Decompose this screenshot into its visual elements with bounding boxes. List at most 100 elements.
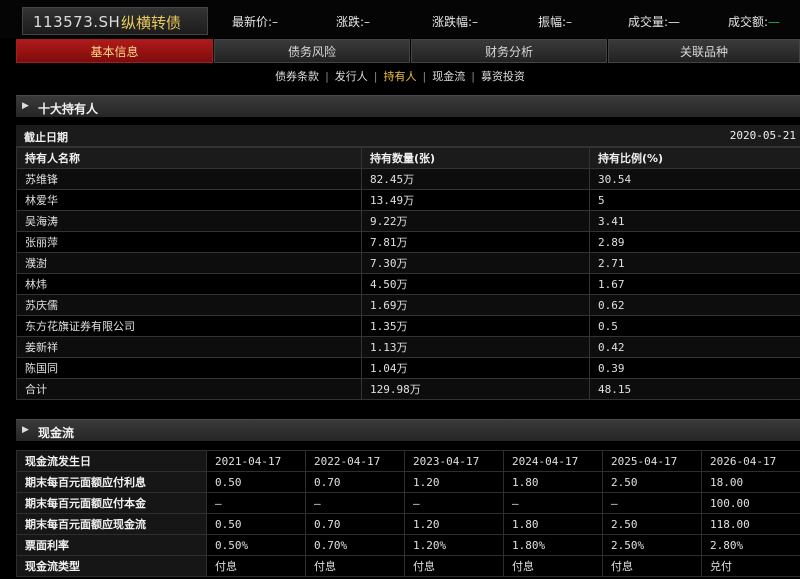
cashflow-value: — xyxy=(305,492,405,514)
subnav-issuer[interactable]: 发行人 xyxy=(335,70,368,83)
cashflow-value: 付息 xyxy=(503,555,603,577)
holder-ratio: 2.71 xyxy=(589,252,800,274)
holder-name: 林爱华 xyxy=(16,189,362,211)
quote-amplitude: 振幅:– xyxy=(538,13,572,30)
cashflow-date-row: 现金流发生日 2021-04-17 2022-04-17 2023-04-17 2024… xyxy=(16,450,800,472)
holder-quantity: 1.69万 xyxy=(361,294,590,316)
cashflow-value: 1.80% xyxy=(503,534,603,556)
security-code: 113573.SH xyxy=(33,13,121,31)
cashflow-value: 18.00 xyxy=(701,471,800,493)
tab-financial-analysis[interactable]: 财务分析 xyxy=(411,39,607,63)
cashflow-value: 0.50 xyxy=(206,471,306,493)
cashflow-row-label: 现金流类型 xyxy=(16,555,207,577)
quote-change-pct: 涨跌幅:– xyxy=(432,13,478,30)
holder-ratio: 48.15 xyxy=(589,378,800,400)
tab-debt-risk[interactable]: 债务风险 xyxy=(214,39,410,63)
cashflow-date: 2021-04-17 xyxy=(206,450,306,472)
cashflow-row-label: 期末每百元面额应现金流 xyxy=(16,513,207,535)
holder-quantity: 1.13万 xyxy=(361,336,590,358)
cashflow-value: 118.00 xyxy=(701,513,800,535)
quote-turnover: 成交额:— xyxy=(728,13,780,30)
quote-value: — xyxy=(668,15,681,29)
cashflow-value: — xyxy=(602,492,702,514)
holder-name: 吴海涛 xyxy=(16,210,362,232)
quote-label: 成交额: xyxy=(728,15,769,29)
subnav-separator: | xyxy=(471,70,475,83)
subnav-bond-terms[interactable]: 债券条款 xyxy=(275,70,319,83)
cashflow-value: 2.50% xyxy=(602,534,702,556)
holder-quantity: 7.30万 xyxy=(361,252,590,274)
cashflow-value: 2.80% xyxy=(701,534,800,556)
quote-volume: 成交量:— xyxy=(628,13,680,30)
holder-quantity: 4.50万 xyxy=(361,273,590,295)
holder-name: 姜新祥 xyxy=(16,336,362,358)
holder-name: 濮澍 xyxy=(16,252,362,274)
cashflow-value: — xyxy=(206,492,306,514)
quote-header: 113573.SH 纵横转债 最新价:– 涨跌:– 涨跌幅:– 振幅:– 成交量… xyxy=(0,0,800,38)
tab-basic-info[interactable]: 基本信息 xyxy=(16,39,213,63)
cashflow-row: 票面利率 0.50% 0.70% 1.20% 1.80% 2.50% 2.80% xyxy=(16,534,800,556)
cashflow-value: 100.00 xyxy=(701,492,800,514)
holders-table-container: 截止日期 2020-05-21 持有人名称 持有数量(张) 持有比例(%) 苏维… xyxy=(16,125,800,400)
cashflow-date: 2024-04-17 xyxy=(503,450,603,472)
expand-arrow-icon: ▶ xyxy=(22,101,29,111)
tab-related-products[interactable]: 关联品种 xyxy=(608,39,800,63)
holders-date-row: 截止日期 2020-05-21 xyxy=(16,125,800,147)
cashflow-value: 付息 xyxy=(404,555,504,577)
holder-ratio: 0.42 xyxy=(589,336,800,358)
holder-quantity: 7.81万 xyxy=(361,231,590,253)
cashflow-value: 付息 xyxy=(206,555,306,577)
holder-row: 合计 129.98万 48.15 xyxy=(16,378,800,400)
subnav-holders[interactable]: 持有人 xyxy=(384,70,417,83)
cashflow-section-header[interactable]: ▶ 现金流 xyxy=(16,419,800,441)
holder-row: 吴海涛 9.22万 3.41 xyxy=(16,210,800,232)
quote-value: – xyxy=(566,15,573,29)
holder-ratio: 0.5 xyxy=(589,315,800,337)
cashflow-row-label: 期末每百元面额应付利息 xyxy=(16,471,207,493)
holder-row: 张丽萍 7.81万 2.89 xyxy=(16,231,800,253)
holder-quantity: 1.35万 xyxy=(361,315,590,337)
cashflow-value: 1.80 xyxy=(503,513,603,535)
quote-label: 振幅: xyxy=(538,15,567,29)
cashflow-date: 2022-04-17 xyxy=(305,450,405,472)
holder-ratio: 30.54 xyxy=(589,168,800,190)
quote-value: — xyxy=(768,15,781,29)
quote-change: 涨跌:– xyxy=(336,13,370,30)
holder-name: 林炜 xyxy=(16,273,362,295)
cashflow-value: 1.20 xyxy=(404,513,504,535)
holder-ratio: 0.62 xyxy=(589,294,800,316)
cashflow-table-container: 现金流发生日 2021-04-17 2022-04-17 2023-04-17 2024… xyxy=(16,450,800,577)
holder-quantity: 1.04万 xyxy=(361,357,590,379)
holders-section-header[interactable]: ▶ 十大持有人 xyxy=(16,95,800,117)
holder-ratio: 5 xyxy=(589,189,800,211)
cashflow-value: 1.80 xyxy=(503,471,603,493)
cashflow-value: 0.70 xyxy=(305,513,405,535)
subnav-cashflow[interactable]: 现金流 xyxy=(432,70,465,83)
holder-quantity: 13.49万 xyxy=(361,189,590,211)
expand-arrow-icon: ▶ xyxy=(22,425,29,435)
quote-label: 最新价: xyxy=(232,15,273,29)
cashflow-row: 期末每百元面额应付利息 0.50 0.70 1.20 1.80 2.50 18.00 xyxy=(16,471,800,493)
holder-name: 苏维锋 xyxy=(16,168,362,190)
cashflow-row: 期末每百元面额应现金流 0.50 0.70 1.20 1.80 2.50 118.00 xyxy=(16,513,800,535)
cashflow-date: 2023-04-17 xyxy=(404,450,504,472)
cashflow-header-label: 现金流发生日 xyxy=(16,450,207,472)
quote-last-price: 最新价:– xyxy=(232,13,278,30)
holder-row: 林爱华 13.49万 5 xyxy=(16,189,800,211)
quote-value: – xyxy=(364,15,371,29)
subnav-separator: | xyxy=(325,70,329,83)
cashflow-value: 兑付 xyxy=(701,555,800,577)
quote-value: – xyxy=(272,15,279,29)
cashflow-value: 付息 xyxy=(305,555,405,577)
holder-row: 姜新祥 1.13万 0.42 xyxy=(16,336,800,358)
cashflow-date: 2026-04-17 xyxy=(701,450,800,472)
cashflow-value: 0.70% xyxy=(305,534,405,556)
security-id-box: 113573.SH 纵横转债 xyxy=(22,7,208,35)
cashflow-value: 2.50 xyxy=(602,471,702,493)
cashflow-value: 0.70 xyxy=(305,471,405,493)
cashflow-value: — xyxy=(503,492,603,514)
main-tabs: 基本信息 债务风险 财务分析 关联品种 xyxy=(16,39,800,63)
subnav-fund-investment[interactable]: 募资投资 xyxy=(481,70,525,83)
date-value: 2020-05-21 xyxy=(729,129,796,142)
cashflow-value: — xyxy=(404,492,504,514)
